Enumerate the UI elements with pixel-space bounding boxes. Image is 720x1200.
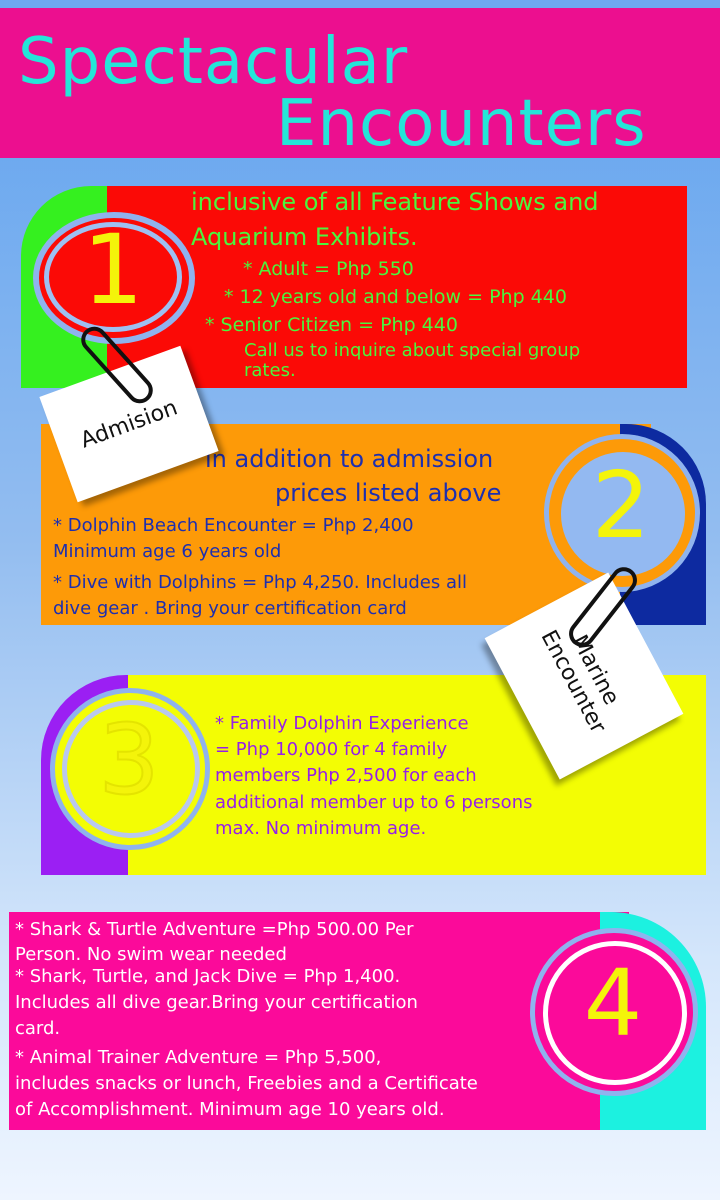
s1-line-7: rates. [244,360,296,381]
s4-line-5: card. [15,1018,61,1039]
title-line-1: Spectacular [18,25,409,99]
s3-line-4: additional member up to 6 persons [215,792,533,813]
s2-line-1: in addition to admission [205,445,494,473]
s2-line-5: * Dive with Dolphins = Php 4,250. Includ… [53,572,467,593]
s3-line-3: members Php 2,500 for each [215,765,477,786]
s1-line-4: * 12 years old and below = Php 440 [224,286,567,308]
s3-line-1: * Family Dolphin Experience [215,713,469,734]
s1-line-1: inclusive of all Feature Shows and [191,188,599,216]
number-3: 3 [97,704,160,816]
s1-line-2: Aquarium Exhibits. [191,223,418,251]
header-banner: Spectacular Encounters [0,8,720,158]
s2-line-2: prices listed above [275,479,502,507]
s4-line-1: * Shark & Turtle Adventure =Php 500.00 P… [15,919,414,940]
s2-line-6: dive gear . Bring your certification car… [53,598,407,619]
title-line-2: Encounters [276,87,647,161]
s4-line-4: Includes all dive gear.Bring your certif… [15,992,418,1013]
s3-line-5: max. No minimum age. [215,818,427,839]
number-1: 1 [82,214,144,326]
s1-line-3: * Adult = Php 550 [243,258,414,280]
number-4: 4 [583,950,643,1057]
s4-line-2: Person. No swim wear needed [15,944,287,965]
s2-line-4: Minimum age 6 years old [53,541,282,562]
s4-line-3: * Shark, Turtle, and Jack Dive = Php 1,4… [15,966,401,987]
admission-note-label: Admision [77,394,181,454]
top-strip [0,0,720,8]
s4-line-6: * Animal Trainer Adventure = Php 5,500, [15,1047,382,1068]
s3-line-2: = Php 10,000 for 4 family [215,739,448,760]
s2-line-3: * Dolphin Beach Encounter = Php 2,400 [53,515,414,536]
s4-line-7: includes snacks or lunch, Freebies and a… [15,1073,478,1094]
number-2: 2 [591,452,651,559]
s1-line-6: Call us to inquire about special group [244,340,581,361]
s4-line-8: of Accomplishment. Minimum age 10 years … [15,1099,445,1120]
s1-line-5: * Senior Citizen = Php 440 [205,314,458,336]
